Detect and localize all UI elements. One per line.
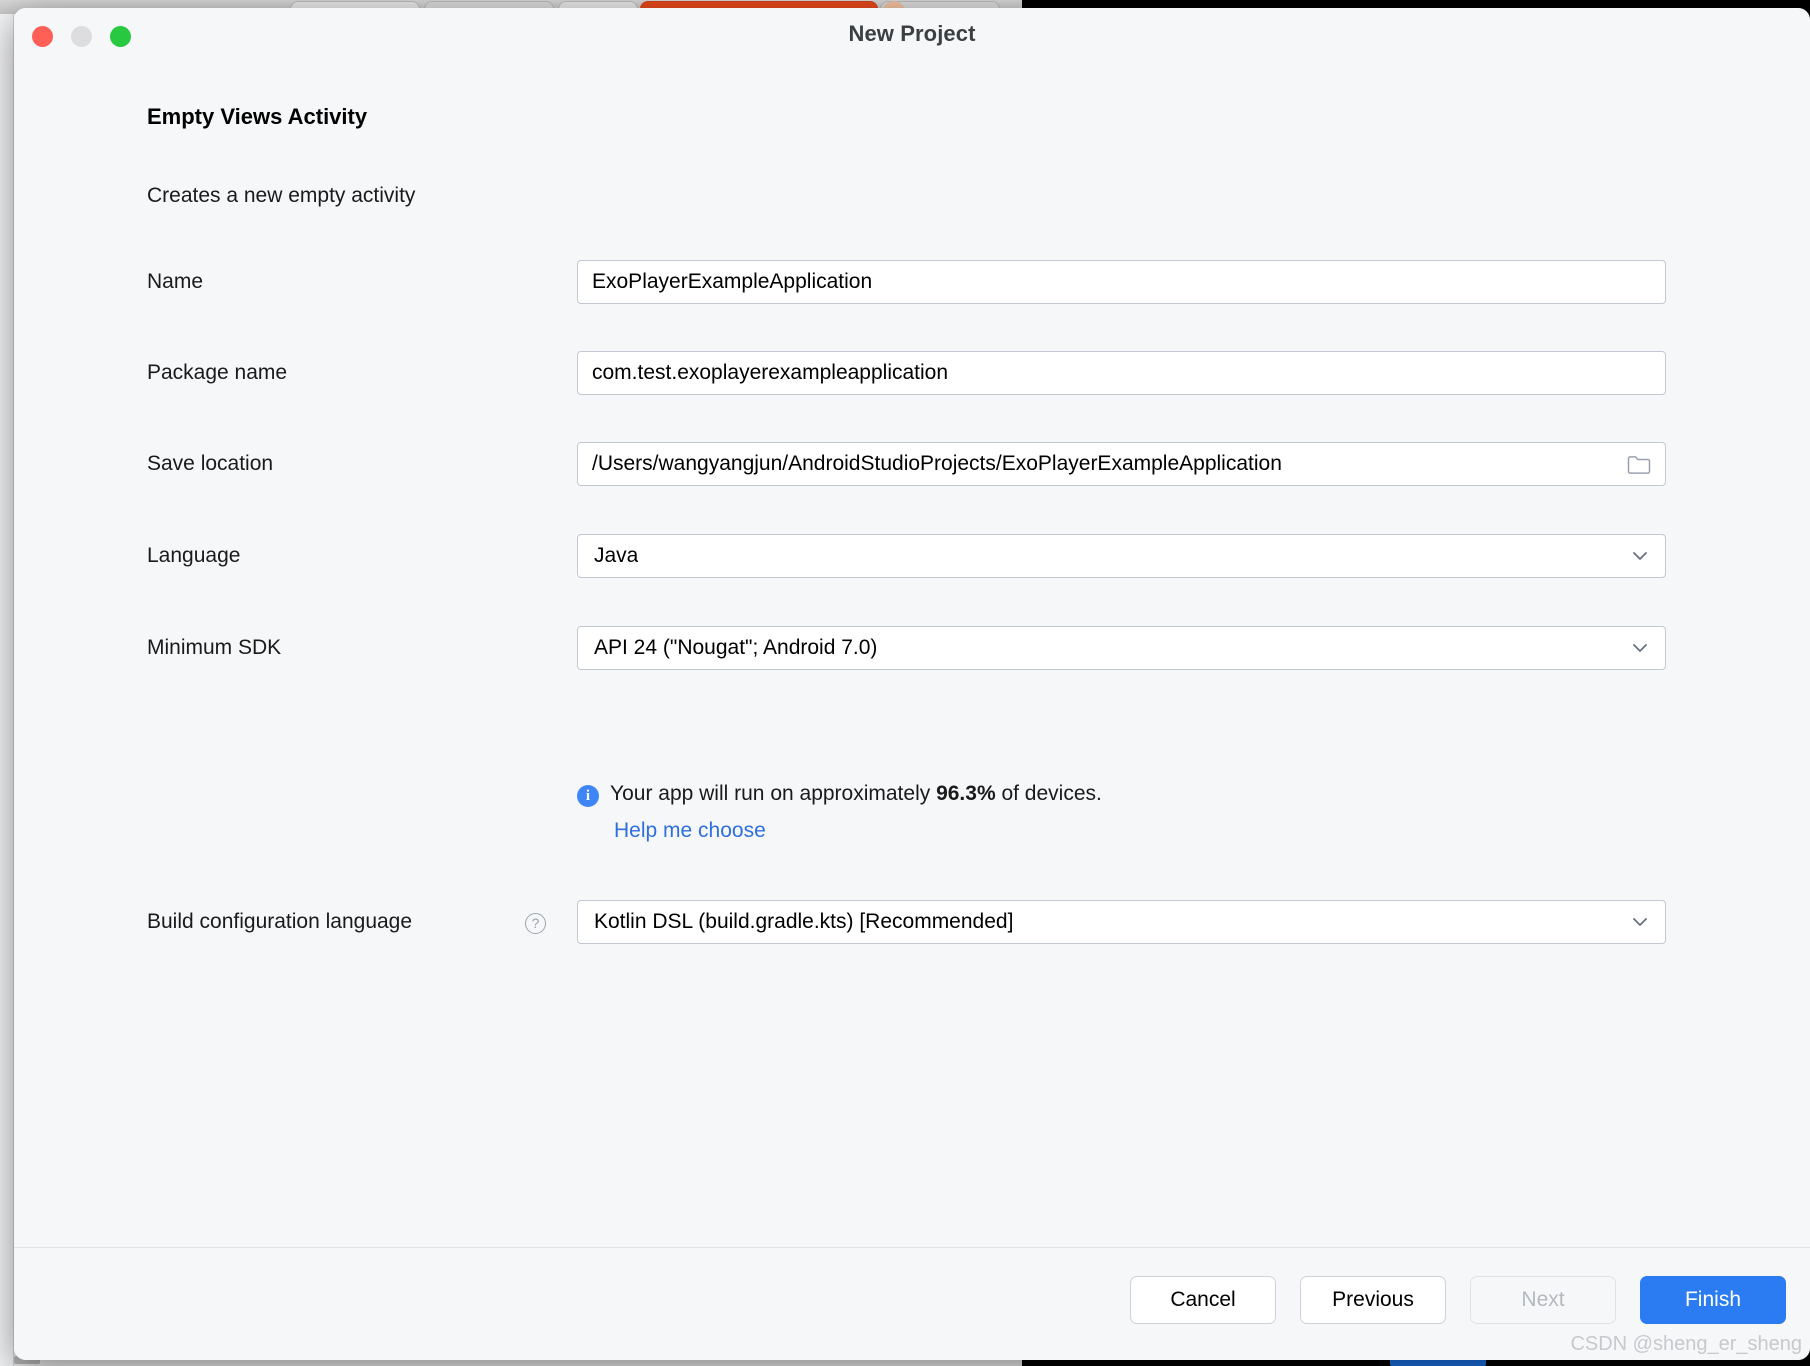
language-select-value: Java <box>594 544 638 568</box>
watermark: CSDN @sheng_er_sheng <box>1570 1333 1802 1356</box>
previous-button[interactable]: Previous <box>1300 1276 1446 1324</box>
save-location-input-value: /Users/wangyangjun/AndroidStudioProjects… <box>592 452 1282 476</box>
template-title: Empty Views Activity <box>147 104 367 130</box>
desktop-background: New Project Empty Views Activity Creates… <box>0 0 1810 1366</box>
new-project-dialog: New Project Empty Views Activity Creates… <box>14 8 1810 1360</box>
minimum-sdk-select-value: API 24 ("Nougat"; Android 7.0) <box>594 636 877 660</box>
coverage-text-before: Your app will run on approximately <box>610 782 936 805</box>
name-input-value: ExoPlayerExampleApplication <box>592 270 872 294</box>
cancel-button[interactable]: Cancel <box>1130 1276 1276 1324</box>
form-row-name: Name ExoPlayerExampleApplication <box>14 260 1810 306</box>
sdk-coverage-text: Your app will run on approximately 96.3%… <box>610 782 1102 806</box>
build-configuration-language-select[interactable]: Kotlin DSL (build.gradle.kts) [Recommend… <box>577 900 1666 944</box>
dialog-footer: Cancel Previous Next Finish CSDN @sheng_… <box>14 1247 1810 1360</box>
finish-button[interactable]: Finish <box>1640 1276 1786 1324</box>
label-language: Language <box>147 544 240 568</box>
save-location-input[interactable]: /Users/wangyangjun/AndroidStudioProjects… <box>577 442 1666 486</box>
form-row-package-name: Package name com.test.exoplayerexampleap… <box>14 351 1810 397</box>
info-icon: i <box>577 785 599 807</box>
sdk-coverage-info: i Your app will run on approximately 96.… <box>577 782 1102 807</box>
dialog-button-bar: Cancel Previous Next Finish <box>1130 1276 1786 1324</box>
form-row-save-location: Save location /Users/wangyangjun/Android… <box>14 442 1810 488</box>
folder-icon[interactable] <box>1627 454 1651 475</box>
chevron-down-icon <box>1633 552 1647 561</box>
label-name: Name <box>147 270 203 294</box>
label-minimum-sdk: Minimum SDK <box>147 636 281 660</box>
build-configuration-language-select-value: Kotlin DSL (build.gradle.kts) [Recommend… <box>594 910 1013 934</box>
chevron-down-icon <box>1633 644 1647 653</box>
form-row-minimum-sdk: Minimum SDK API 24 ("Nougat"; Android 7.… <box>14 626 1810 672</box>
dialog-content: Empty Views Activity Creates a new empty… <box>14 64 1810 1248</box>
label-save-location: Save location <box>147 452 273 476</box>
minimum-sdk-select[interactable]: API 24 ("Nougat"; Android 7.0) <box>577 626 1666 670</box>
help-me-choose-link[interactable]: Help me choose <box>614 819 766 843</box>
coverage-text-after: of devices. <box>996 782 1102 805</box>
language-select[interactable]: Java <box>577 534 1666 578</box>
form-row-build-configuration-language: Build configuration language ? Kotlin DS… <box>14 900 1810 946</box>
package-name-input-value: com.test.exoplayerexampleapplication <box>592 361 948 385</box>
chevron-down-icon <box>1633 918 1647 927</box>
dialog-title: New Project <box>14 21 1810 47</box>
dialog-titlebar: New Project <box>14 8 1810 64</box>
label-build-configuration-language: Build configuration language <box>147 910 412 934</box>
background-window-sidebar <box>0 14 14 1366</box>
package-name-input[interactable]: com.test.exoplayerexampleapplication <box>577 351 1666 395</box>
form-row-language: Language Java <box>14 534 1810 580</box>
coverage-percent: 96.3% <box>936 782 996 805</box>
label-package-name: Package name <box>147 361 287 385</box>
next-button: Next <box>1470 1276 1616 1324</box>
help-circle-icon[interactable]: ? <box>525 913 546 934</box>
name-input[interactable]: ExoPlayerExampleApplication <box>577 260 1666 304</box>
template-description: Creates a new empty activity <box>147 184 415 208</box>
